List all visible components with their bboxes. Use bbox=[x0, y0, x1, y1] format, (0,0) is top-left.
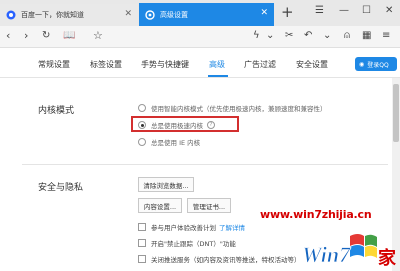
bookmark-star-icon[interactable]: ☆ bbox=[93, 29, 103, 43]
content-settings-button[interactable]: 内容设置... bbox=[138, 198, 182, 213]
radio-button[interactable] bbox=[138, 104, 146, 112]
tab-advanced-settings[interactable]: 高级设置 ✕ bbox=[139, 3, 274, 26]
speed-icon[interactable]: ϟ bbox=[253, 29, 260, 43]
checkbox[interactable] bbox=[138, 223, 146, 231]
tab-baidu[interactable]: 百度一下，你就知道 ✕ bbox=[0, 4, 138, 26]
checkbox-ux-program[interactable]: 参与用户体验改善计划 了解详情 bbox=[138, 222, 245, 232]
undo-icon[interactable]: ↶ bbox=[304, 29, 312, 43]
nav-general[interactable]: 常规设置 bbox=[38, 59, 70, 70]
browser-window: 百度一下，你就知道 ✕ 高级设置 ✕ + ☰ — ☐ ✕ ‹ › ↻ 📖 ☆ ϟ… bbox=[0, 0, 400, 271]
watermark-suffix: 家 bbox=[378, 247, 397, 269]
user-icon[interactable]: ⍝ bbox=[344, 29, 350, 43]
checkbox[interactable] bbox=[138, 255, 146, 263]
grid-icon[interactable]: ▦ bbox=[362, 29, 371, 43]
new-tab-button[interactable]: + bbox=[281, 3, 294, 21]
nav-tabs[interactable]: 标签设置 bbox=[90, 59, 122, 70]
tab-close-icon[interactable]: ✕ bbox=[124, 9, 132, 19]
tab-close-icon[interactable]: ✕ bbox=[260, 8, 268, 18]
checkbox[interactable] bbox=[138, 239, 146, 247]
radio-ie-kernel[interactable]: 总是使用 IE 内核 bbox=[138, 137, 200, 147]
menu-icon[interactable]: ☰ bbox=[315, 5, 324, 16]
nav-ad-filter[interactable]: 广告过滤 bbox=[244, 59, 276, 70]
checkbox-label: 参与用户体验改善计划 bbox=[151, 224, 216, 232]
highlight-box bbox=[131, 116, 239, 132]
radio-smart-kernel[interactable]: 使用智能内核模式（优先使用极速内核，兼顾速度和兼容性） bbox=[138, 103, 327, 113]
security-section-title: 安全与隐私 bbox=[38, 183, 84, 193]
learn-more-link[interactable]: 了解详情 bbox=[219, 222, 245, 232]
maximize-icon[interactable]: ☐ bbox=[362, 5, 371, 16]
cut-icon[interactable]: ✂ bbox=[285, 29, 293, 43]
reading-mode-icon[interactable]: 📖 bbox=[63, 29, 75, 43]
chevron-down-icon[interactable]: ⌄ bbox=[266, 29, 274, 43]
checkbox-label: 关闭推送服务（如内容及资讯等推送，特权活动等） bbox=[151, 256, 301, 264]
tab-title: 高级设置 bbox=[160, 10, 188, 19]
section-divider bbox=[22, 164, 388, 165]
undo-dropdown-icon[interactable]: ⌄ bbox=[323, 29, 331, 43]
qq-icon: ◉ bbox=[359, 60, 365, 68]
window-close-icon[interactable]: ✕ bbox=[385, 5, 393, 16]
windows-flag-icon bbox=[350, 234, 377, 258]
nav-security[interactable]: 安全设置 bbox=[296, 59, 328, 70]
nav-advanced[interactable]: 高级 bbox=[209, 59, 225, 70]
toolbar: ‹ › ↻ 📖 ☆ ϟ ⌄ ✂ ↶ ⌄ ⍝ ▦ ≡ bbox=[0, 26, 400, 48]
scrollbar-thumb[interactable] bbox=[393, 84, 399, 142]
checkbox-push-service[interactable]: 关闭推送服务（如内容及资讯等推送，特权活动等） bbox=[138, 254, 301, 264]
watermark-brand: Win7 bbox=[302, 242, 351, 267]
minimize-icon[interactable]: — bbox=[339, 5, 349, 16]
radio-button[interactable] bbox=[138, 138, 146, 146]
kernel-section-title: 内核模式 bbox=[38, 106, 75, 116]
checkbox-dnt[interactable]: 开启"禁止跟踪（DNT）"功能 bbox=[138, 238, 236, 248]
login-label: 登录QQ bbox=[367, 61, 389, 69]
watermark-url: www.win7zhijia.cn bbox=[260, 208, 372, 221]
manage-certificates-button[interactable]: 管理证书... bbox=[187, 198, 231, 213]
settings-nav: 常规设置 标签设置 手势与快捷键 高级 广告过滤 安全设置 bbox=[0, 48, 400, 78]
win7-logo-watermark: Win7 家 bbox=[302, 234, 397, 269]
back-icon[interactable]: ‹ bbox=[6, 29, 10, 43]
radio-label: 总是使用 IE 内核 bbox=[151, 139, 201, 147]
baidu-icon bbox=[6, 10, 16, 20]
active-tab-indicator bbox=[208, 75, 228, 77]
settings-icon bbox=[145, 9, 155, 20]
clear-browsing-data-button[interactable]: 清除浏览数据... bbox=[138, 177, 194, 192]
refresh-icon[interactable]: ↻ bbox=[42, 29, 50, 43]
forward-icon[interactable]: › bbox=[24, 29, 28, 43]
login-qq-button[interactable]: ◉ 登录QQ bbox=[355, 57, 397, 71]
nav-gestures[interactable]: 手势与快捷键 bbox=[141, 59, 189, 70]
hamburger-menu-icon[interactable]: ≡ bbox=[382, 29, 390, 43]
tab-title: 百度一下，你就知道 bbox=[21, 11, 84, 19]
tab-bar: 百度一下，你就知道 ✕ 高级设置 ✕ + ☰ — ☐ ✕ bbox=[0, 0, 400, 26]
checkbox-label: 开启"禁止跟踪（DNT）"功能 bbox=[151, 240, 236, 248]
radio-label: 使用智能内核模式（优先使用极速内核，兼顾速度和兼容性） bbox=[151, 105, 327, 113]
